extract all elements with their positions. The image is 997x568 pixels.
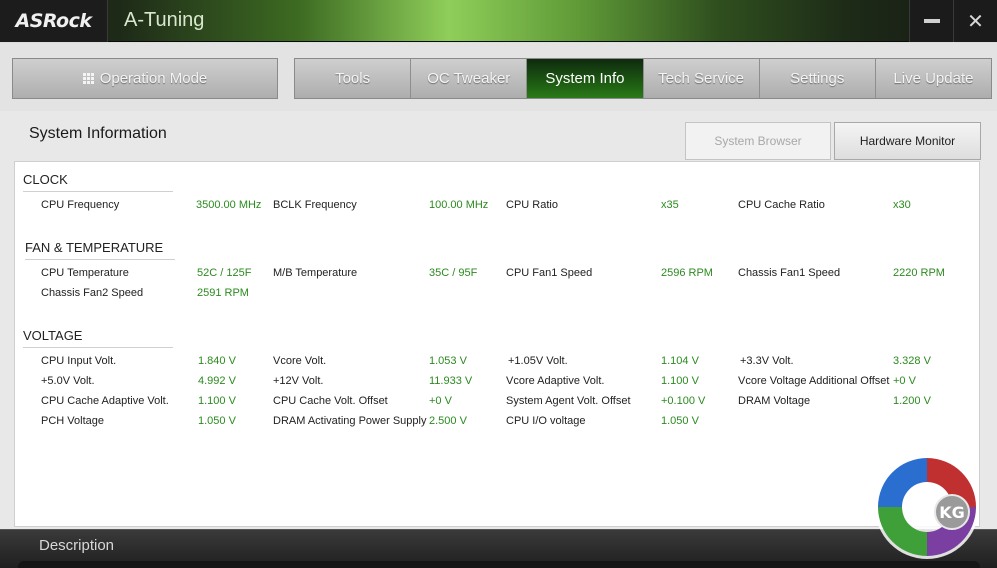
info-value: 4.992 V [198,375,236,387]
info-value: 1.050 V [661,415,699,427]
info-label: DRAM Voltage [738,395,811,407]
brand-logo-text: ASRock [15,10,92,32]
info-value: 3500.00 MHz [196,199,262,211]
info-value: x30 [893,199,911,211]
info-label: PCH Voltage [41,415,104,427]
tab-system-info[interactable]: System Info [527,59,644,98]
nav-row: Operation Mode Tools OC Tweaker System I… [0,43,997,111]
info-label: CPU Cache Adaptive Volt. [41,395,169,407]
system-info-panel: CLOCK CPU Frequency 3500.00 MHz BCLK Fre… [14,161,980,527]
tab-settings[interactable]: Settings [759,59,876,98]
info-value: 1.104 V [661,355,699,367]
hardware-monitor-button[interactable]: Hardware Monitor [834,122,981,160]
info-label: BCLK Frequency [273,199,357,211]
minimize-button[interactable] [909,0,953,42]
content-area: System Information System Browser Hardwa… [0,111,997,531]
tab-tools[interactable]: Tools [295,59,412,98]
info-value: 11.933 V [429,375,473,387]
section-title-voltage: VOLTAGE [23,328,173,348]
section-title-clock: CLOCK [23,172,173,192]
info-value: 2591 RPM [197,287,249,299]
info-value: 1.050 V [198,415,236,427]
info-value: 52C / 125F [197,267,252,279]
info-label: M/B Temperature [273,267,358,279]
operation-mode-button[interactable]: Operation Mode [12,58,278,99]
title-bar: ASRock A-Tuning ✕ [0,0,997,42]
info-value: 35C / 95F [429,267,478,279]
description-bar: Description [0,529,997,568]
info-value: x35 [661,199,679,211]
tab-oc-tweaker[interactable]: OC Tweaker [411,59,528,98]
info-label: DRAM Activating Power Supply [273,415,427,427]
info-label: +1.05V Volt. [508,355,568,367]
info-label: CPU Temperature [41,267,129,279]
info-label: +5.0V Volt. [41,375,95,387]
info-label: System Agent Volt. Offset [506,395,631,407]
info-value: 1.100 V [198,395,236,407]
brand-logo: ASRock [0,0,108,42]
info-label: CPU Cache Ratio [738,199,825,211]
info-value: 1.053 V [429,355,467,367]
info-value: 1.100 V [661,375,699,387]
tab-live-update[interactable]: Live Update [875,59,992,98]
tab-tech-service[interactable]: Tech Service [643,59,760,98]
info-value: 1.840 V [198,355,236,367]
minimize-icon [923,19,940,23]
info-label: CPU Cache Volt. Offset [273,395,388,407]
info-label: +12V Volt. [273,375,324,387]
info-label: CPU I/O voltage [506,415,586,427]
main-tabs: Tools OC Tweaker System Info Tech Servic… [294,58,992,99]
grid-icon [82,73,94,84]
close-button[interactable]: ✕ [953,0,997,42]
system-browser-button[interactable]: System Browser [685,122,831,160]
info-label: Vcore Voltage Additional Offset [738,375,890,387]
info-label: Vcore Adaptive Volt. [506,375,605,387]
info-value: 1.200 V [893,395,931,407]
section-title-fan-temperature: FAN & TEMPERATURE [25,240,175,260]
info-value: 2220 RPM [893,267,945,279]
page-title: System Information [29,125,167,142]
info-value: 2.500 V [429,415,467,427]
app-title: A-Tuning [124,9,205,31]
info-label: CPU Input Volt. [41,355,117,367]
info-value: +0.100 V [661,395,706,407]
kg-watermark-text: KG [939,503,965,522]
info-value: 100.00 MHz [429,199,489,211]
info-value: +0 V [429,395,452,407]
info-value: +0 V [893,375,916,387]
description-title: Description [39,537,115,554]
info-label: CPU Fan1 Speed [506,267,593,279]
info-label: Chassis Fan2 Speed [41,287,144,299]
info-value: 2596 RPM [661,267,713,279]
operation-mode-label: Operation Mode [99,70,208,87]
info-label: CPU Ratio [506,199,558,211]
info-label: Chassis Fan1 Speed [738,267,841,279]
close-icon: ✕ [967,9,984,33]
info-label: Vcore Volt. [273,355,327,367]
description-panel [18,561,980,568]
info-value: 3.328 V [893,355,931,367]
info-label: CPU Frequency [41,199,120,211]
info-label: +3.3V Volt. [740,355,794,367]
kg-watermark-logo: KG [875,455,979,559]
